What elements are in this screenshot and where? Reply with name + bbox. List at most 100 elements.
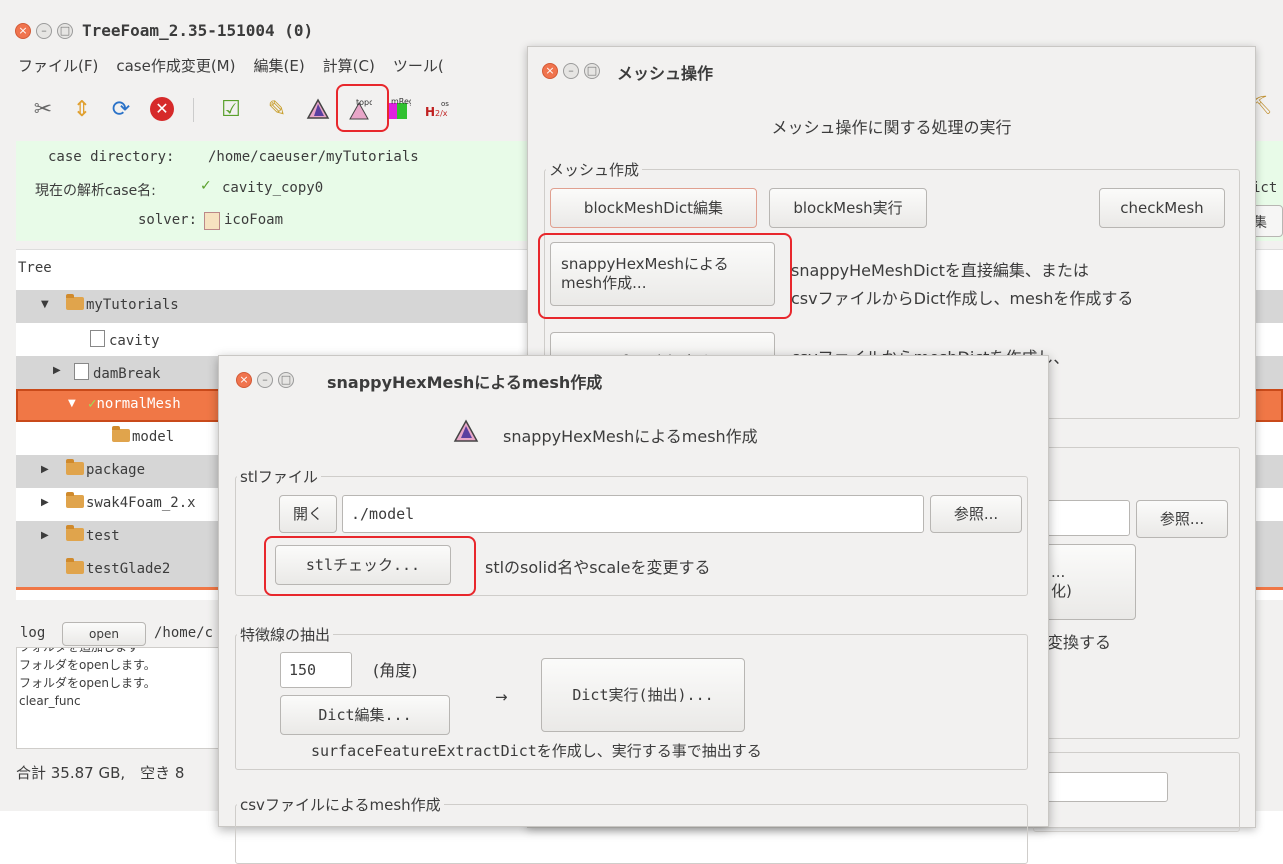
tree-item-label: swak4Foam_2.x — [86, 495, 196, 511]
snappy-titlebar: × – □ snappyHexMeshによるmesh作成 — [219, 356, 1048, 400]
mesh-path-entry[interactable] — [1038, 500, 1130, 536]
folder-icon — [66, 294, 84, 310]
tree-header: Tree — [18, 260, 52, 276]
tree-item-label: testGlade2 — [86, 561, 171, 577]
stop-icon[interactable]: ✕ — [147, 94, 177, 124]
refresh-icon[interactable]: ⟳ — [106, 94, 136, 124]
snappy-desc-line1: snappyHeMeshDictを直接編集、または — [791, 261, 1089, 280]
menu-file[interactable]: ファイル(F) — [18, 55, 98, 76]
file-icon — [90, 330, 105, 347]
toolbar-separator — [193, 98, 194, 122]
feature-frame-label: 特徴線の抽出 — [237, 624, 334, 645]
tree-item-label: cavity — [109, 333, 160, 349]
menu-case[interactable]: case作成変更(M) — [116, 55, 235, 76]
mesh-convert-dots: ... — [1051, 563, 1066, 582]
status-bar: 合計 35.87 GB, 空き 8 — [16, 764, 185, 782]
angle-input[interactable]: 150 — [280, 652, 352, 688]
arrow-label: → — [495, 688, 508, 706]
solver-value: icoFoam — [224, 212, 284, 228]
menu-calc[interactable]: 計算(C) — [323, 55, 375, 76]
expand-arrow-icon[interactable]: ▼ — [68, 398, 76, 409]
csv-frame-label: csvファイルによるmesh作成 — [237, 794, 444, 815]
svg-text:os: os — [441, 100, 449, 108]
snappy-header-icon — [453, 419, 479, 447]
minimize-icon[interactable]: – — [563, 63, 579, 79]
folder-icon — [66, 492, 84, 508]
mesh-titlebar: × – □ メッシュ操作 — [528, 47, 1255, 91]
tree-item-label: myTutorials — [86, 297, 179, 313]
maximize-icon[interactable]: □ — [278, 372, 294, 388]
current-case-value: cavity_copy0 — [222, 180, 324, 196]
expand-arrow-icon[interactable]: ▼ — [41, 299, 49, 310]
svg-text:2/x: 2/x — [435, 109, 448, 118]
close-icon[interactable]: × — [15, 23, 31, 39]
log-label: log — [20, 625, 46, 641]
main-titlebar: × – □ TreeFoam_2.35-151004 (0) — [0, 0, 1283, 44]
mesh-convert-text: 化) — [1051, 582, 1072, 600]
blockmesh-dict-edit-button[interactable]: blockMeshDict編集 — [550, 188, 757, 228]
stl-check-desc: stlのsolid名やscaleを変更する — [485, 558, 711, 577]
minimize-icon[interactable]: – — [257, 372, 273, 388]
stl-frame-label: stlファイル — [237, 466, 321, 487]
snappy-dialog: × – □ snappyHexMeshによるmesh作成 snappyHexMe… — [218, 355, 1049, 864]
maximize-icon[interactable]: □ — [584, 63, 600, 79]
mesh-title: メッシュ操作 — [617, 64, 714, 83]
mesh-bottom-entry[interactable] — [1038, 772, 1168, 802]
checklist-icon[interactable]: ☑ — [216, 94, 246, 124]
blockmesh-run-button[interactable]: blockMesh実行 — [769, 188, 927, 228]
svg-text:H: H — [425, 105, 435, 119]
current-case-label: 現在の解析case名: — [35, 183, 156, 199]
angle-label: (角度) — [373, 661, 418, 680]
menu-edit[interactable]: 編集(E) — [253, 55, 304, 76]
menubar: ファイル(F) case作成変更(M) 編集(E) 計算(C) ツール( — [18, 55, 444, 76]
tree-item-label: package — [86, 462, 146, 478]
updown-arrows-icon[interactable]: ⇕ — [67, 94, 97, 124]
highlight-stl-check — [264, 536, 476, 596]
log-path: /home/c — [154, 625, 214, 641]
snappy-desc-line2: csvファイルからDict作成し、meshを作成する — [791, 289, 1134, 308]
snappy-title: snappyHexMeshによるmesh作成 — [327, 373, 603, 392]
solver-icon — [204, 212, 220, 230]
tree-item-label: normalMesh — [96, 396, 181, 412]
case-dir-value: /home/caeuser/myTutorials — [208, 149, 419, 165]
tree-item-label: damBreak — [93, 366, 161, 382]
tree-item-label: test — [86, 528, 120, 544]
menu-tools[interactable]: ツール( — [393, 55, 444, 76]
stl-ref-button[interactable]: 参照... — [930, 495, 1022, 533]
svg-text:mReg: mReg — [391, 97, 411, 106]
highlight-mesh-tool — [336, 84, 389, 132]
toolbar: ✂ ⇕ ⟳ ✕ ☑ ✎ topo mReg H2/xos — [0, 86, 540, 134]
close-icon[interactable]: × — [236, 372, 252, 388]
log-open-button[interactable]: open — [62, 622, 146, 646]
mesh-tool-icon[interactable] — [303, 94, 333, 124]
case-check-icon: ✓ — [200, 178, 212, 194]
solver-label: solver: — [138, 212, 198, 228]
file-icon — [74, 363, 89, 380]
tools-icon[interactable]: ✂ — [28, 94, 58, 124]
open-button[interactable]: 開く — [279, 495, 337, 533]
dict-run-button[interactable]: Dict実行(抽出)... — [541, 658, 745, 732]
feature-desc: surfaceFeatureExtractDictを作成し、実行する事で抽出する — [311, 742, 762, 760]
mesh-ref-button[interactable]: 参照... — [1136, 500, 1228, 538]
folder-icon — [112, 426, 130, 442]
hex-icon[interactable]: H 2/x os — [422, 94, 452, 124]
highlight-snappy-button — [538, 233, 792, 319]
expand-arrow-icon[interactable]: ▶ — [41, 464, 49, 475]
dict-edit-button[interactable]: Dict編集... — [280, 695, 450, 735]
close-icon[interactable]: × — [542, 63, 558, 79]
case-dir-label: case directory: — [48, 149, 175, 165]
tree-item-label: model — [132, 429, 175, 445]
stl-path-input[interactable]: ./model — [342, 495, 924, 533]
expand-arrow-icon[interactable]: ▶ — [53, 365, 61, 376]
main-title: TreeFoam_2.35-151004 (0) — [82, 21, 314, 40]
checkmesh-button[interactable]: checkMesh — [1099, 188, 1225, 228]
minimize-icon[interactable]: – — [36, 23, 52, 39]
maximize-icon[interactable]: □ — [57, 23, 73, 39]
expand-arrow-icon[interactable]: ▶ — [41, 497, 49, 508]
edit-doc-icon[interactable]: ✎ — [262, 94, 292, 124]
expand-arrow-icon[interactable]: ▶ — [41, 530, 49, 541]
folder-icon — [66, 525, 84, 541]
mesh-create-label: メッシュ作成 — [546, 159, 643, 180]
mesh-convert-desc: 変換する — [1047, 633, 1112, 652]
folder-icon — [66, 558, 84, 574]
